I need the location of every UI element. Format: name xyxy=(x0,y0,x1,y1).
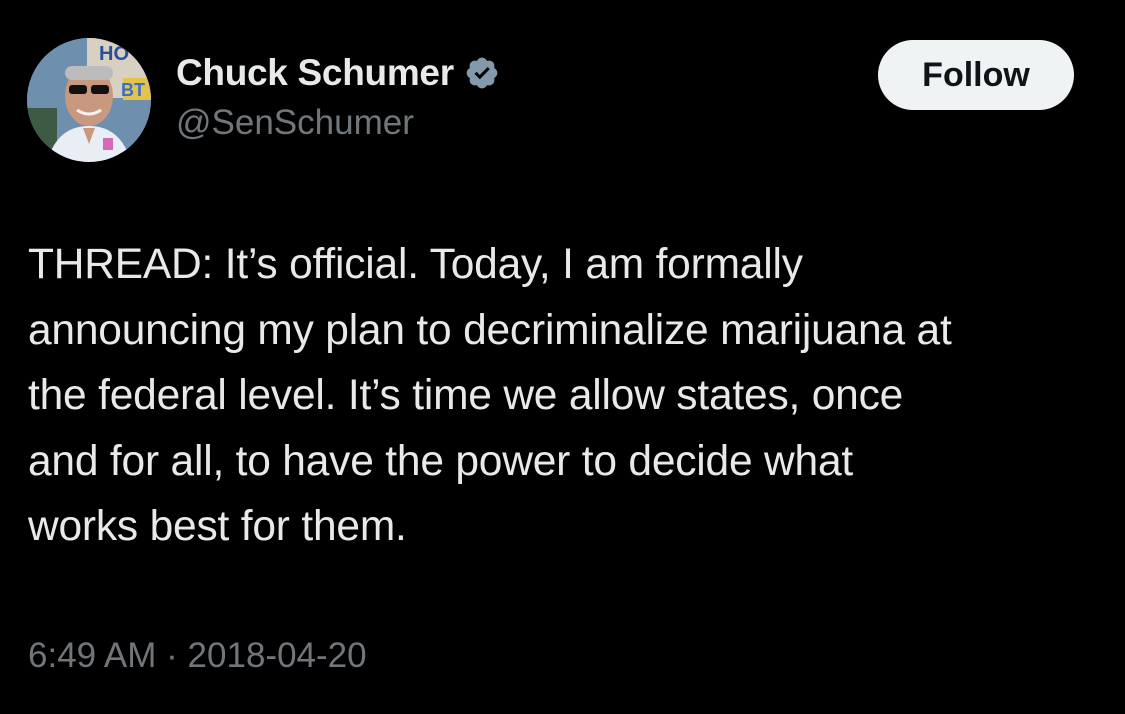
follow-button[interactable]: Follow xyxy=(878,40,1074,110)
author-handle[interactable]: @SenSchumer xyxy=(176,103,414,143)
svg-text:BT: BT xyxy=(121,80,145,100)
tweet-time: 6:49 AM xyxy=(28,636,157,675)
svg-text:HO: HO xyxy=(99,43,129,65)
tweet-date: 2018-04-20 xyxy=(187,636,367,675)
tweet-body-text: THREAD: It’s official. Today, I am forma… xyxy=(28,241,952,550)
meta-separator: · xyxy=(166,636,178,675)
verified-badge-icon[interactable] xyxy=(464,55,500,91)
tweet-timestamp[interactable]: 6:49 AM · 2018-04-20 xyxy=(28,636,367,676)
tweet-card: HO BT Chuck Schumer @SenSchumer Follow T… xyxy=(0,0,1125,714)
author-avatar[interactable]: HO BT xyxy=(27,38,151,162)
profile-photo-icon: HO BT xyxy=(27,38,151,162)
author-name-row: Chuck Schumer xyxy=(176,50,500,96)
author-display-name[interactable]: Chuck Schumer xyxy=(176,52,454,94)
